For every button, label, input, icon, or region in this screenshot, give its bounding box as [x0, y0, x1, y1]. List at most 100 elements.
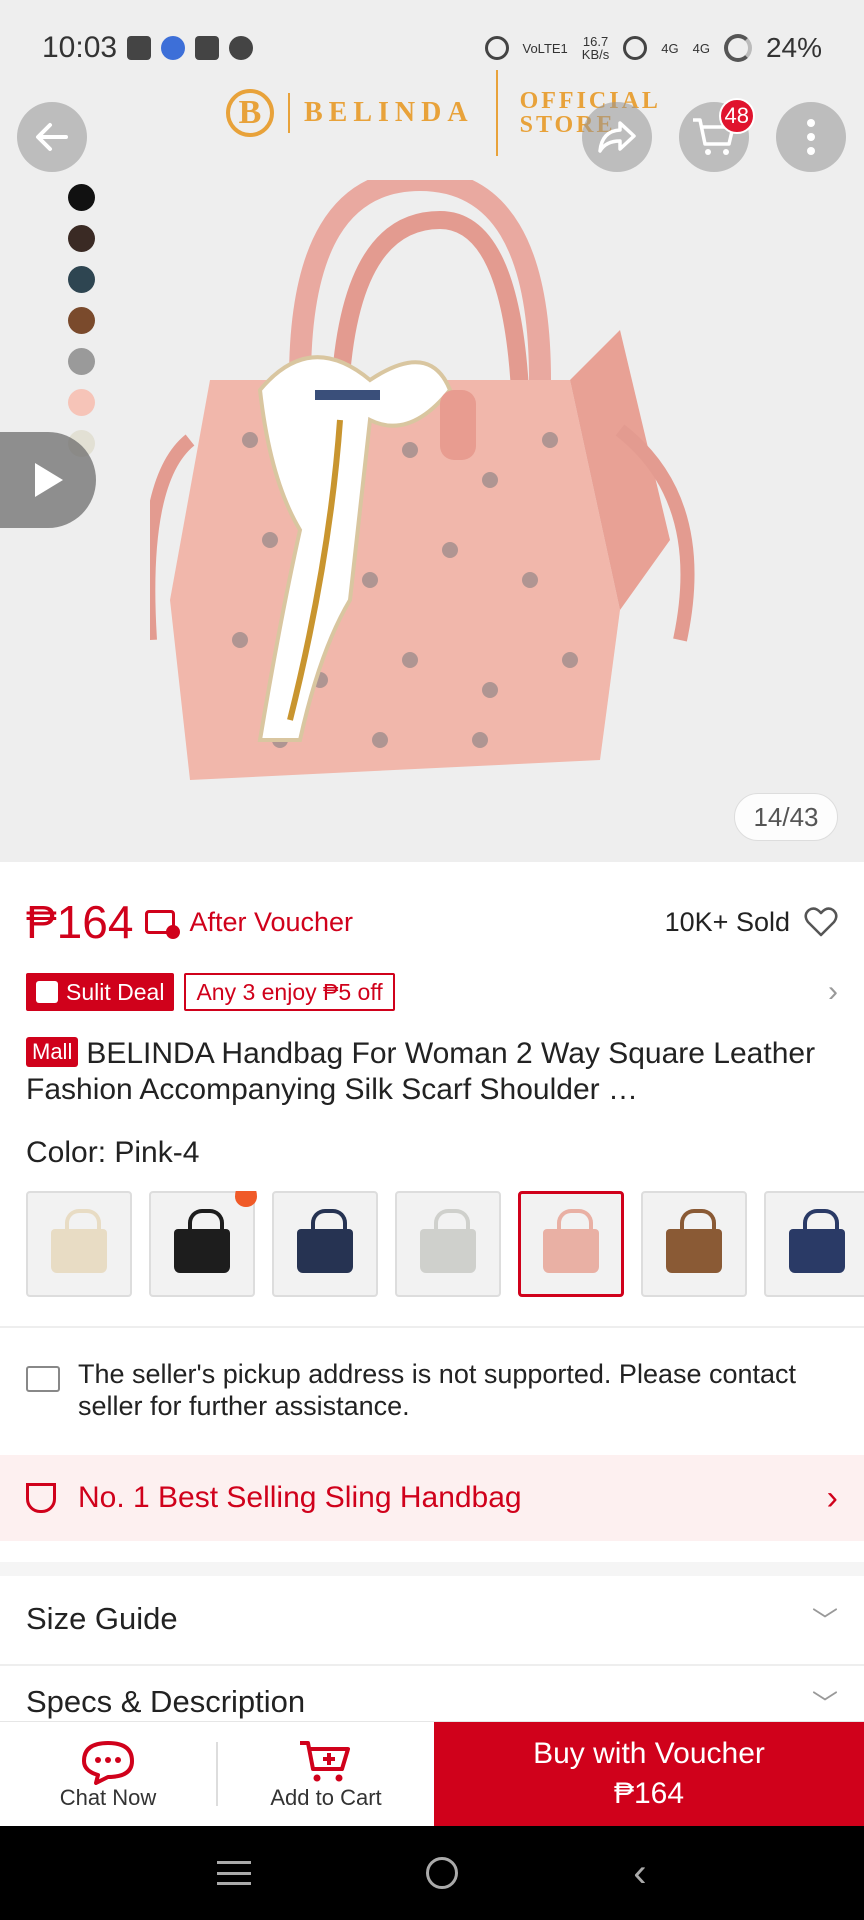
specs-description-row[interactable]: Specs & Description ﹀ — [26, 1676, 838, 1722]
variant-thumbnail[interactable] — [764, 1191, 864, 1297]
brand-divider-2 — [495, 70, 498, 156]
share-button[interactable] — [582, 102, 652, 172]
sulit-deal-badge: Sulit Deal — [26, 973, 175, 1011]
chat-now-button[interactable]: Chat Now — [0, 1722, 216, 1827]
variant-thumbnail[interactable] — [272, 1191, 378, 1297]
handbag-thumbnail-image — [543, 1209, 599, 1273]
system-navigation-bar: ‹ — [0, 1826, 864, 1920]
variant-thumbnail[interactable] — [518, 1191, 624, 1297]
more-options-button[interactable] — [776, 102, 846, 172]
handbag-thumbnail-image — [420, 1209, 476, 1273]
chevron-down-icon: ﹀ — [811, 1689, 838, 1719]
sold-count: 10K+ Sold — [664, 906, 790, 937]
status-time: 10:03 — [42, 31, 118, 64]
bottom-action-bar: Chat Now Add to Cart Buy with Voucher ₱1… — [0, 1721, 864, 1826]
variant-list — [26, 1191, 864, 1297]
divider — [0, 1326, 864, 1328]
home-icon[interactable] — [426, 1857, 459, 1889]
divider — [0, 1664, 864, 1666]
color-swatch[interactable] — [68, 307, 95, 334]
fire-icon — [235, 1191, 257, 1207]
chevron-down-icon: ﹀ — [811, 1605, 838, 1636]
battery-icon — [723, 34, 752, 62]
product-title: Mall BELINDA Handbag For Woman 2 Way Squa… — [26, 1036, 838, 1108]
add-to-cart-icon — [300, 1740, 350, 1781]
add-to-cart-label: Add to Cart — [270, 1784, 382, 1810]
buy-price: ₱164 — [613, 1777, 685, 1810]
mall-badge: Mall — [26, 1037, 79, 1067]
signal-2: 4G — [692, 40, 710, 56]
product-title-label: BELINDA Handbag For Woman 2 Way Square L… — [26, 1037, 816, 1106]
share-icon — [598, 121, 636, 153]
trophy-icon — [26, 1483, 56, 1513]
variant-thumbnail[interactable] — [641, 1191, 747, 1297]
voucher-icon — [145, 910, 181, 939]
color-swatch[interactable] — [68, 348, 95, 375]
color-swatch-list — [68, 184, 95, 457]
cloud-icon — [229, 36, 254, 60]
play-icon — [35, 463, 63, 497]
buy-with-voucher-button[interactable]: Buy with Voucher ₱164 — [434, 1722, 864, 1826]
handbag-thumbnail-image — [174, 1209, 230, 1273]
broadcast-icon — [195, 36, 220, 60]
volte-indicator: VoLTE1 — [522, 40, 568, 56]
sulit-deal-label: Sulit Deal — [66, 978, 165, 1005]
more-vertical-icon — [807, 119, 815, 155]
size-guide-label: Size Guide — [26, 1601, 178, 1636]
link-icon — [484, 36, 509, 60]
deal-offer: Any 3 enjoy ₱5 off — [184, 973, 395, 1011]
color-swatch[interactable] — [68, 266, 95, 293]
brand-logo: B — [226, 89, 274, 137]
hotspot-icon — [623, 36, 648, 60]
brand-name: BELINDA — [304, 97, 474, 128]
selected-color-label: Color: Pink-4 — [26, 1136, 200, 1169]
chevron-right-icon: › — [828, 975, 838, 1008]
handbag-thumbnail-image — [789, 1209, 845, 1273]
cart-count-badge: 48 — [718, 98, 755, 134]
add-to-cart-button[interactable]: Add to Cart — [218, 1722, 434, 1827]
heart-icon[interactable] — [804, 906, 838, 938]
chat-now-label: Chat Now — [59, 1784, 157, 1810]
buy-label: Buy with Voucher — [533, 1737, 765, 1770]
product-photo — [150, 180, 695, 780]
cart-button[interactable]: 48 — [679, 98, 755, 172]
handbag-thumbnail-image — [51, 1209, 107, 1273]
thumbs-up-icon — [36, 981, 58, 1003]
pickup-notice: The seller's pickup address is not suppo… — [26, 1358, 838, 1422]
variant-thumbnail[interactable] — [149, 1191, 257, 1297]
back-button[interactable] — [17, 102, 87, 172]
signal-1: 4G — [661, 40, 679, 56]
deal-row[interactable]: Sulit Deal Any 3 enjoy ₱5 off › — [26, 972, 838, 1012]
color-swatch[interactable] — [68, 389, 95, 416]
specs-label: Specs & Description — [26, 1684, 306, 1719]
chat-icon — [82, 1740, 134, 1785]
bestseller-banner[interactable]: No. 1 Best Selling Sling Handbag › — [0, 1455, 864, 1541]
bestseller-text: No. 1 Best Selling Sling Handbag — [78, 1481, 522, 1514]
handbag-thumbnail-image — [666, 1209, 722, 1273]
media-icon — [127, 36, 152, 60]
image-counter: 14/43 — [734, 793, 838, 841]
after-voucher-label: After Voucher — [189, 906, 354, 937]
play-video-button[interactable] — [0, 432, 96, 528]
recent-apps-icon[interactable] — [217, 1861, 252, 1885]
back-nav-icon[interactable]: ‹ — [633, 1851, 646, 1896]
truck-icon — [26, 1366, 60, 1392]
battery-level: 24% — [765, 32, 822, 63]
color-swatch[interactable] — [68, 225, 95, 252]
arrow-left-icon — [36, 123, 68, 151]
pickup-notice-text: The seller's pickup address is not suppo… — [78, 1359, 797, 1421]
network-speed: 16.7 KB/s — [582, 35, 609, 61]
color-swatch[interactable] — [68, 184, 95, 211]
network-speed-unit: KB/s — [581, 47, 610, 62]
product-title-text: Mall BELINDA Handbag For Woman 2 Way Squa… — [26, 1036, 838, 1108]
product-image-gallery[interactable]: 10:03 VoLTE1 16.7 KB/s 4G 4G 24% B BELIN… — [0, 0, 864, 862]
price: ₱164 — [26, 896, 134, 948]
variant-thumbnail[interactable] — [26, 1191, 132, 1297]
size-guide-row[interactable]: Size Guide ﹀ — [26, 1574, 838, 1664]
handbag-thumbnail-image — [297, 1209, 353, 1273]
app-icon — [161, 36, 186, 60]
price-row: ₱164 After Voucher 10K+ Sold — [26, 892, 838, 952]
variant-thumbnail[interactable] — [395, 1191, 501, 1297]
brand-divider — [288, 93, 290, 133]
notification-icons — [127, 36, 254, 60]
